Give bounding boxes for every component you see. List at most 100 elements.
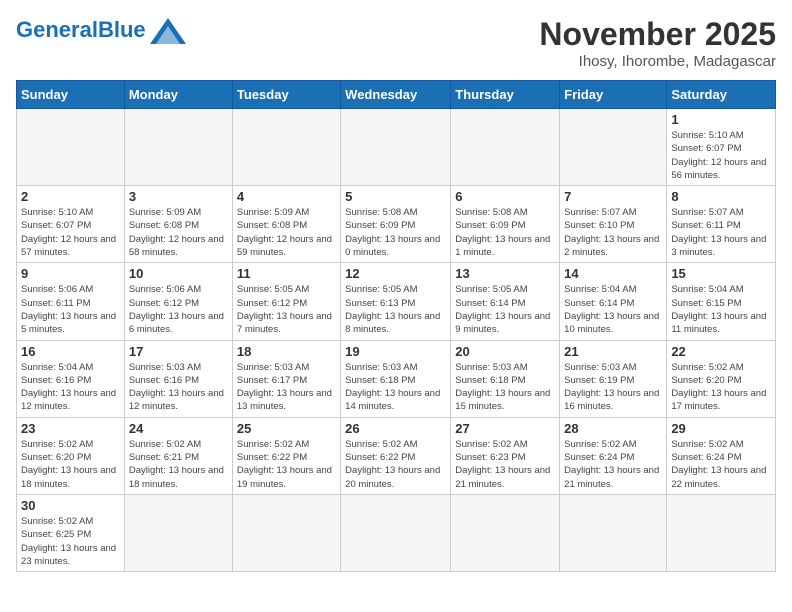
day-info: Sunrise: 5:02 AM Sunset: 6:24 PM Dayligh… bbox=[671, 438, 771, 491]
day-info: Sunrise: 5:02 AM Sunset: 6:20 PM Dayligh… bbox=[21, 438, 120, 491]
day-number: 11 bbox=[237, 266, 336, 281]
day-info: Sunrise: 5:03 AM Sunset: 6:16 PM Dayligh… bbox=[129, 361, 228, 414]
day-info: Sunrise: 5:05 AM Sunset: 6:14 PM Dayligh… bbox=[455, 283, 555, 336]
calendar-cell: 7Sunrise: 5:07 AM Sunset: 6:10 PM Daylig… bbox=[560, 186, 667, 263]
calendar-cell: 17 Sunrise: 5:03 AM Sunset: 6:16 PM Dayli… bbox=[124, 340, 232, 417]
day-info: Sunrise: 5:03 AM Sunset: 6:18 PM Dayligh… bbox=[345, 361, 446, 414]
day-info: Sunrise: 5:05 AM Sunset: 6:13 PM Dayligh… bbox=[345, 283, 446, 336]
day-number: 21 bbox=[564, 344, 662, 359]
day-number: 3 bbox=[129, 189, 228, 204]
calendar-cell bbox=[232, 109, 340, 186]
calendar-cell: 6 Sunrise: 5:08 AM Sunset: 6:09 PM Daylig… bbox=[451, 186, 560, 263]
calendar-cell: 3 Sunrise: 5:09 AM Sunset: 6:08 PM Daylig… bbox=[124, 186, 232, 263]
calendar-cell bbox=[124, 109, 232, 186]
day-info: Sunrise: 5:06 AM Sunset: 6:11 PM Dayligh… bbox=[21, 283, 120, 336]
calendar-cell bbox=[124, 494, 232, 571]
day-info: Sunrise: 5:08 AM Sunset: 6:09 PM Dayligh… bbox=[455, 206, 555, 259]
calendar-day-header: Monday bbox=[124, 81, 232, 109]
day-number: 4 bbox=[237, 189, 336, 204]
calendar-cell: 9 Sunrise: 5:06 AM Sunset: 6:11 PM Daylig… bbox=[17, 263, 125, 340]
day-info: Sunrise: 5:02 AM Sunset: 6:21 PM Dayligh… bbox=[129, 438, 228, 491]
day-info: Sunrise: 5:02 AM Sunset: 6:20 PM Dayligh… bbox=[671, 361, 771, 414]
day-number: 27 bbox=[455, 421, 555, 436]
calendar-week-row: 9 Sunrise: 5:06 AM Sunset: 6:11 PM Daylig… bbox=[17, 263, 776, 340]
day-number: 17 bbox=[129, 344, 228, 359]
day-info: Sunrise: 5:03 AM Sunset: 6:18 PM Dayligh… bbox=[455, 361, 555, 414]
day-info: Sunrise: 5:04 AM Sunset: 6:14 PM Dayligh… bbox=[564, 283, 662, 336]
day-info: Sunrise: 5:06 AM Sunset: 6:12 PM Dayligh… bbox=[129, 283, 228, 336]
day-info: Sunrise: 5:09 AM Sunset: 6:08 PM Dayligh… bbox=[237, 206, 336, 259]
day-number: 28 bbox=[564, 421, 662, 436]
calendar-week-row: 1Sunrise: 5:10 AM Sunset: 6:07 PM Daylig… bbox=[17, 109, 776, 186]
page-header: GeneralBlue November 2025 Ihosy, Ihoromb… bbox=[16, 16, 776, 70]
calendar-cell bbox=[17, 109, 125, 186]
calendar-table: SundayMondayTuesdayWednesdayThursdayFrid… bbox=[16, 80, 776, 572]
day-number: 19 bbox=[345, 344, 446, 359]
day-info: Sunrise: 5:08 AM Sunset: 6:09 PM Dayligh… bbox=[345, 206, 446, 259]
day-info: Sunrise: 5:09 AM Sunset: 6:08 PM Dayligh… bbox=[129, 206, 228, 259]
calendar-cell bbox=[232, 494, 340, 571]
day-number: 1 bbox=[671, 112, 771, 127]
calendar-cell: 19 Sunrise: 5:03 AM Sunset: 6:18 PM Dayli… bbox=[341, 340, 451, 417]
calendar-cell: 1Sunrise: 5:10 AM Sunset: 6:07 PM Daylig… bbox=[667, 109, 776, 186]
calendar-cell: 12 Sunrise: 5:05 AM Sunset: 6:13 PM Dayli… bbox=[341, 263, 451, 340]
calendar-day-header: Wednesday bbox=[341, 81, 451, 109]
day-number: 20 bbox=[455, 344, 555, 359]
title-area: November 2025 Ihosy, Ihorombe, Madagasca… bbox=[539, 16, 776, 70]
day-info: Sunrise: 5:02 AM Sunset: 6:23 PM Dayligh… bbox=[455, 438, 555, 491]
day-info: Sunrise: 5:05 AM Sunset: 6:12 PM Dayligh… bbox=[237, 283, 336, 336]
day-number: 24 bbox=[129, 421, 228, 436]
calendar-cell bbox=[667, 494, 776, 571]
day-number: 22 bbox=[671, 344, 771, 359]
calendar-cell: 20 Sunrise: 5:03 AM Sunset: 6:18 PM Dayli… bbox=[451, 340, 560, 417]
calendar-cell: 8 Sunrise: 5:07 AM Sunset: 6:11 PM Daylig… bbox=[667, 186, 776, 263]
calendar-header-row: SundayMondayTuesdayWednesdayThursdayFrid… bbox=[17, 81, 776, 109]
calendar-day-header: Friday bbox=[560, 81, 667, 109]
calendar-cell: 27 Sunrise: 5:02 AM Sunset: 6:23 PM Dayli… bbox=[451, 417, 560, 494]
day-info: Sunrise: 5:03 AM Sunset: 6:17 PM Dayligh… bbox=[237, 361, 336, 414]
day-info: Sunrise: 5:02 AM Sunset: 6:25 PM Dayligh… bbox=[21, 515, 120, 568]
day-number: 23 bbox=[21, 421, 120, 436]
day-number: 9 bbox=[21, 266, 120, 281]
day-number: 5 bbox=[345, 189, 446, 204]
calendar-week-row: 2Sunrise: 5:10 AM Sunset: 6:07 PM Daylig… bbox=[17, 186, 776, 263]
calendar-day-header: Tuesday bbox=[232, 81, 340, 109]
calendar-cell bbox=[341, 109, 451, 186]
day-number: 30 bbox=[21, 498, 120, 513]
calendar-cell: 28 Sunrise: 5:02 AM Sunset: 6:24 PM Dayli… bbox=[560, 417, 667, 494]
calendar-cell: 4 Sunrise: 5:09 AM Sunset: 6:08 PM Daylig… bbox=[232, 186, 340, 263]
calendar-cell: 5 Sunrise: 5:08 AM Sunset: 6:09 PM Daylig… bbox=[341, 186, 451, 263]
day-number: 18 bbox=[237, 344, 336, 359]
calendar-day-header: Sunday bbox=[17, 81, 125, 109]
calendar-cell: 23 Sunrise: 5:02 AM Sunset: 6:20 PM Dayli… bbox=[17, 417, 125, 494]
logo-blue: Blue bbox=[98, 17, 146, 42]
day-number: 10 bbox=[129, 266, 228, 281]
calendar-week-row: 30 Sunrise: 5:02 AM Sunset: 6:25 PM Dayli… bbox=[17, 494, 776, 571]
day-number: 15 bbox=[671, 266, 771, 281]
calendar-cell: 21Sunrise: 5:03 AM Sunset: 6:19 PM Dayli… bbox=[560, 340, 667, 417]
day-number: 14 bbox=[564, 266, 662, 281]
day-number: 12 bbox=[345, 266, 446, 281]
calendar-cell: 24 Sunrise: 5:02 AM Sunset: 6:21 PM Dayli… bbox=[124, 417, 232, 494]
day-info: Sunrise: 5:07 AM Sunset: 6:11 PM Dayligh… bbox=[671, 206, 771, 259]
logo-general: General bbox=[16, 17, 98, 42]
calendar-cell: 29 Sunrise: 5:02 AM Sunset: 6:24 PM Dayli… bbox=[667, 417, 776, 494]
day-info: Sunrise: 5:07 AM Sunset: 6:10 PM Dayligh… bbox=[564, 206, 662, 259]
calendar-cell: 30 Sunrise: 5:02 AM Sunset: 6:25 PM Dayli… bbox=[17, 494, 125, 571]
day-info: Sunrise: 5:02 AM Sunset: 6:24 PM Dayligh… bbox=[564, 438, 662, 491]
calendar-cell bbox=[451, 494, 560, 571]
calendar-day-header: Thursday bbox=[451, 81, 560, 109]
day-number: 25 bbox=[237, 421, 336, 436]
day-number: 13 bbox=[455, 266, 555, 281]
day-info: Sunrise: 5:04 AM Sunset: 6:16 PM Dayligh… bbox=[21, 361, 120, 414]
calendar-cell: 18 Sunrise: 5:03 AM Sunset: 6:17 PM Dayli… bbox=[232, 340, 340, 417]
day-number: 29 bbox=[671, 421, 771, 436]
calendar-cell: 11 Sunrise: 5:05 AM Sunset: 6:12 PM Dayli… bbox=[232, 263, 340, 340]
day-number: 6 bbox=[455, 189, 555, 204]
calendar-cell: 10 Sunrise: 5:06 AM Sunset: 6:12 PM Dayli… bbox=[124, 263, 232, 340]
day-number: 8 bbox=[671, 189, 771, 204]
calendar-cell bbox=[560, 494, 667, 571]
day-number: 16 bbox=[21, 344, 120, 359]
day-info: Sunrise: 5:02 AM Sunset: 6:22 PM Dayligh… bbox=[237, 438, 336, 491]
calendar-cell: 2Sunrise: 5:10 AM Sunset: 6:07 PM Daylig… bbox=[17, 186, 125, 263]
